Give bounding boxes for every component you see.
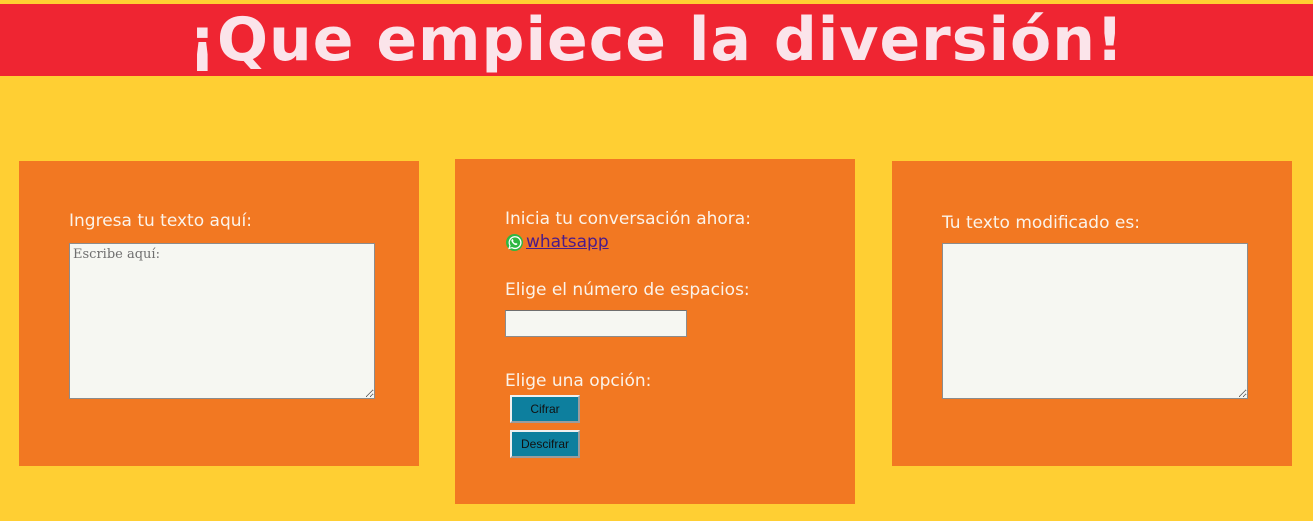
output-label: Tu texto modificado es: xyxy=(942,213,1140,233)
output-textarea[interactable] xyxy=(942,243,1248,399)
conversation-label: Inicia tu conversación ahora: xyxy=(505,209,751,229)
whatsapp-icon[interactable] xyxy=(505,233,524,252)
input-textarea[interactable] xyxy=(69,243,375,399)
output-panel: Tu texto modificado es: xyxy=(892,161,1292,466)
option-label: Elige una opción: xyxy=(505,371,652,391)
controls-panel: Inicia tu conversación ahora: whatsapp E… xyxy=(455,159,855,504)
input-panel: Ingresa tu texto aquí: xyxy=(19,161,419,466)
whatsapp-row: whatsapp xyxy=(505,232,609,252)
page-title: ¡Que empiece la diversión! xyxy=(188,5,1125,75)
whatsapp-link[interactable]: whatsapp xyxy=(526,232,609,252)
spaces-input[interactable] xyxy=(505,310,687,337)
input-label: Ingresa tu texto aquí: xyxy=(69,211,252,231)
cipher-button[interactable]: Cifrar xyxy=(510,395,580,423)
spaces-label: Elige el número de espacios: xyxy=(505,280,750,300)
header-banner: ¡Que empiece la diversión! xyxy=(0,4,1313,76)
decipher-button[interactable]: Descifrar xyxy=(510,430,580,458)
